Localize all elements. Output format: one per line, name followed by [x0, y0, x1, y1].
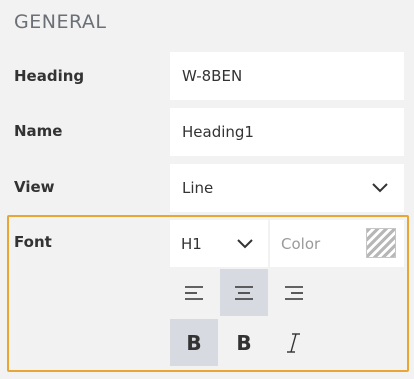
transparent-swatch-icon[interactable] [366, 228, 396, 258]
font-size-value: H1 [181, 234, 202, 253]
align-right-icon [285, 285, 303, 300]
italic-icon [287, 332, 300, 353]
bold-icon: B [236, 330, 252, 355]
font-label: Font [14, 233, 52, 251]
align-left-icon [185, 285, 203, 300]
align-right-button[interactable] [270, 269, 318, 316]
bold-button[interactable]: B [220, 319, 268, 366]
general-settings-panel: GENERAL Heading W-8BEN Name Heading1 Vie… [0, 0, 414, 379]
align-center-icon [235, 285, 253, 300]
bold-heavy-icon: B [186, 330, 202, 355]
align-center-button[interactable] [220, 269, 268, 316]
name-input-value: Heading1 [182, 123, 254, 141]
name-label: Name [14, 122, 63, 140]
heading-input[interactable]: W-8BEN [170, 52, 404, 100]
section-title: GENERAL [14, 11, 107, 33]
font-size-select[interactable]: H1 [170, 220, 268, 267]
color-placeholder: Color [281, 234, 321, 253]
chevron-down-icon [237, 239, 253, 249]
name-input[interactable]: Heading1 [170, 108, 404, 156]
heading-label: Heading [14, 67, 85, 85]
heading-input-value: W-8BEN [182, 67, 243, 85]
align-left-button[interactable] [170, 269, 218, 316]
view-select-value: Line [182, 179, 214, 197]
view-label: View [14, 178, 55, 196]
view-select[interactable]: Line [170, 164, 404, 212]
chevron-down-icon [372, 183, 388, 193]
bold-heavy-button[interactable]: B [170, 319, 218, 366]
italic-button[interactable] [270, 319, 318, 366]
